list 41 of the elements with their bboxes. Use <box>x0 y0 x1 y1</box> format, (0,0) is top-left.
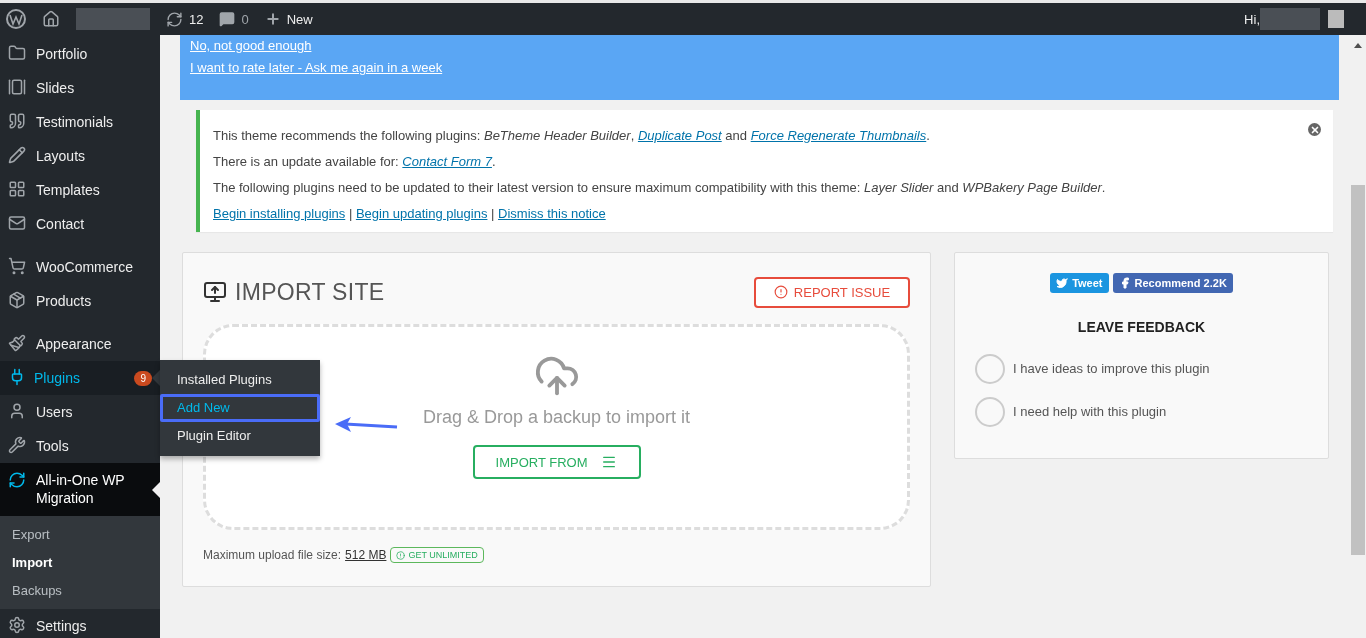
submenu-item[interactable]: Export <box>0 521 160 549</box>
notice-text: Begin installing plugins | Begin updating plugins | Dismiss this notice <box>213 205 607 223</box>
option-label: I need help with this plugin <box>1013 404 1167 419</box>
greeting-text: Hi, <box>1244 11 1260 27</box>
notice-text: This theme recommends the following plugins: BeTheme Header Builder, Duplicate Post and Force Regenerate Thumbnails. <box>213 127 931 145</box>
menu-item[interactable]: Testimonials <box>0 105 160 139</box>
menu-item[interactable]: All-in-One WP Migration <box>0 463 160 516</box>
flyout-item[interactable]: Add New <box>160 394 320 422</box>
menu-item[interactable]: WooCommerce <box>0 250 160 284</box>
notice-text: There is an update available for: Contact Form 7. <box>213 153 497 171</box>
panel-title: IMPORT SITE <box>235 278 385 306</box>
new-link[interactable]: New <box>286 11 313 27</box>
menu-item[interactable]: Tools <box>0 429 160 463</box>
comments-count[interactable]: 0 <box>241 11 249 27</box>
menu-item[interactable]: Users <box>0 395 160 429</box>
size-label: Maximum upload file size: <box>203 548 342 562</box>
recommend-button[interactable]: Recommend 2.2K <box>1112 273 1233 293</box>
menu-item[interactable]: Plugins 9 <box>0 361 160 395</box>
menu-item[interactable]: Slides <box>0 71 160 105</box>
menu-item[interactable]: Portfolio <box>0 37 160 71</box>
updates-count[interactable]: 12 <box>189 11 204 27</box>
report-button[interactable]: REPORT ISSUE <box>754 276 910 308</box>
action-link[interactable]: Begin installing plugins <box>213 206 346 221</box>
count-badge: 9 <box>134 370 152 386</box>
option-label: I have ideas to improve this plugin <box>1013 361 1210 376</box>
submenu-item[interactable]: Import <box>0 549 160 577</box>
plugin-link[interactable]: Duplicate Post <box>637 128 722 143</box>
menu-item[interactable]: Settings <box>0 609 160 638</box>
size-link[interactable]: 512 MB <box>345 548 387 562</box>
menu-item[interactable]: Appearance <box>0 327 160 361</box>
menu-item[interactable]: Templates <box>0 173 160 207</box>
menu-item[interactable]: Layouts <box>0 139 160 173</box>
action-link[interactable]: Dismiss this notice <box>498 206 606 221</box>
action-link[interactable]: Begin updating plugins <box>355 206 488 221</box>
menu-item[interactable]: Products <box>0 284 160 318</box>
plugin-link[interactable]: Contact Form 7 <box>402 154 492 169</box>
drop-text: Drag & Drop a backup to import it <box>422 407 691 428</box>
notice-text: The following plugins need to be updated to their latest version to ensure maximum compatibility with this theme: Layer Slider and WPBakery Page Builder. <box>213 179 1107 197</box>
submenu-item[interactable]: Backups <box>0 577 160 605</box>
feedback-title: LEAVE FEEDBACK <box>1076 319 1207 335</box>
menu-item[interactable]: Contact <box>0 207 160 241</box>
